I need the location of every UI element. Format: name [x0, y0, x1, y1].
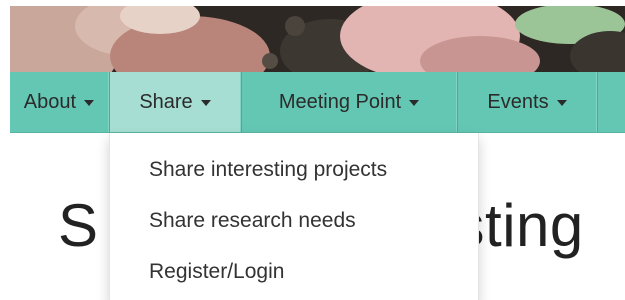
main-navbar: About Share Meeting Point Events	[10, 72, 625, 133]
nav-item-events-label: Events	[487, 90, 549, 113]
page: About Share Meeting Point Events Ssting …	[0, 0, 625, 300]
nav-item-overflow[interactable]	[597, 72, 625, 132]
hero-photo	[10, 6, 625, 72]
dropdown-item-share-research-needs[interactable]: Share research needs	[110, 198, 478, 249]
nav-item-events[interactable]: Events	[457, 72, 597, 132]
nav-item-meeting-point[interactable]: Meeting Point	[241, 72, 457, 132]
hero-banner-image	[10, 6, 625, 72]
share-dropdown-menu: Share interesting projects Share researc…	[109, 133, 479, 300]
dropdown-item-register-login[interactable]: Register/Login	[110, 249, 478, 300]
nav-item-meeting-point-label: Meeting Point	[278, 90, 402, 113]
caret-down-icon	[200, 100, 211, 106]
caret-down-icon	[409, 100, 420, 106]
nav-item-about-label: About	[23, 90, 76, 113]
nav-item-share-label: Share	[139, 90, 193, 113]
caret-down-icon	[84, 100, 94, 106]
caret-down-icon	[556, 100, 567, 106]
nav-item-share[interactable]: Share	[109, 72, 241, 132]
page-heading-left-fragment: S	[58, 192, 99, 259]
nav-item-about[interactable]: About	[10, 72, 109, 132]
dropdown-item-share-projects[interactable]: Share interesting projects	[110, 147, 478, 198]
